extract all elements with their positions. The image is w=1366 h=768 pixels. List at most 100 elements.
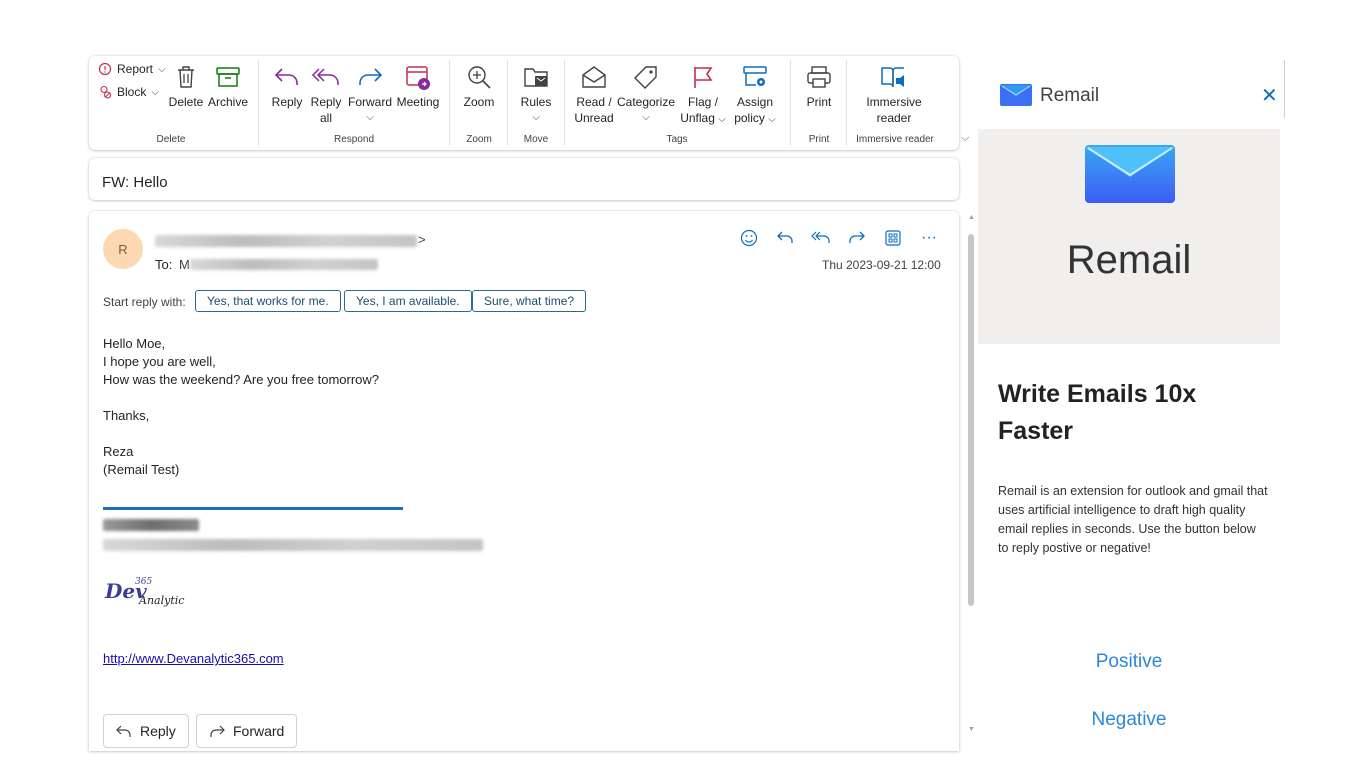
body-line: Hello Moe,	[103, 336, 166, 351]
start-reply-label: Start reply with:	[103, 295, 186, 309]
rules-button[interactable]: Rules ⌵	[517, 62, 555, 126]
zoom-in-icon	[464, 62, 494, 92]
reply-all-icon[interactable]	[809, 226, 833, 250]
meeting-calendar-icon	[403, 62, 433, 92]
reply-icon[interactable]	[773, 226, 797, 250]
shield-warning-icon	[98, 62, 112, 76]
ribbon-toolbar: Report ⌵ Block ⌵ Delete Archive Delete Rep…	[89, 56, 969, 150]
to-label: To:	[155, 257, 173, 272]
sender-redacted[interactable]	[155, 235, 417, 247]
suggested-reply-3[interactable]: Sure, what time?	[472, 290, 587, 312]
group-label-print: Print	[808, 134, 830, 145]
remail-hero-envelope-icon	[1085, 145, 1175, 208]
signature-divider	[103, 507, 403, 510]
divider	[258, 60, 259, 146]
chevron-down-icon: ⌵	[642, 112, 650, 123]
body-line: Reza	[103, 444, 134, 459]
reply-all-icon	[311, 62, 341, 92]
suggested-reply-2[interactable]: Yes, I am available.	[344, 290, 472, 312]
chevron-down-icon: ⌵	[158, 63, 166, 75]
immersive-reader-button[interactable]: Immersive reader	[861, 62, 927, 126]
subject-title: FW: Hello	[102, 174, 168, 191]
body-line: Thanks,	[103, 408, 150, 423]
hero-title: Remail	[1066, 238, 1192, 282]
forward-footer-button[interactable]: Forward	[196, 714, 298, 748]
categorize-button[interactable]: Categorize ⌵	[616, 62, 676, 126]
group-label-immersive-reader: Immersive reader	[856, 134, 934, 145]
to-initial: M	[179, 257, 190, 272]
message-card: R > To: M ··· Thu 2023-09-21 12:00 Start…	[89, 211, 959, 751]
archive-icon	[213, 62, 243, 92]
pane-headline: Write Emails 10x Faster	[998, 380, 1197, 445]
assign-policy-button[interactable]: Assign policy ⌵	[731, 62, 779, 128]
envelope-open-icon	[579, 62, 609, 92]
trash-icon	[171, 62, 201, 92]
reply-all-button[interactable]: Reply all	[307, 62, 345, 126]
sender-suffix: >	[418, 232, 426, 247]
avatar[interactable]: R	[103, 229, 143, 269]
read-unread-button[interactable]: Read / Unread	[572, 62, 616, 126]
negative-button[interactable]: Negative	[978, 709, 1280, 731]
body-line: How was the weekend? Are you free tomorr…	[103, 372, 380, 387]
signature-title-redacted	[103, 539, 483, 551]
divider	[846, 60, 847, 146]
ribbon-expand-chevron-icon[interactable]: ⌵	[961, 132, 969, 145]
group-label-zoom: Zoom	[466, 134, 492, 145]
forward-icon	[355, 62, 385, 92]
chevron-down-icon: ⌵	[768, 114, 776, 125]
scroll-down-arrow-icon[interactable]: ▼	[968, 726, 975, 733]
divider	[507, 60, 508, 146]
suggested-reply-1[interactable]: Yes, that works for me.	[195, 290, 341, 312]
reply-footer-button[interactable]: Reply	[103, 714, 189, 748]
rules-folder-icon	[521, 62, 551, 92]
group-label-move: Move	[523, 134, 549, 145]
zoom-button[interactable]: Zoom	[459, 62, 499, 110]
archive-button[interactable]: Archive	[206, 62, 250, 110]
chevron-down-icon: ⌵	[532, 112, 540, 123]
emoji-react-icon[interactable]	[737, 226, 761, 250]
forward-icon	[210, 725, 225, 737]
block-button[interactable]: Block ⌵	[98, 85, 159, 99]
chevron-down-icon: ⌵	[151, 86, 159, 98]
scroll-up-arrow-icon[interactable]: ▲	[968, 214, 975, 221]
company-logo: Dev 365 Analytic	[105, 577, 185, 607]
forward-button[interactable]: Forward ⌵	[348, 62, 392, 126]
printer-icon	[804, 62, 834, 92]
recipient-redacted[interactable]	[190, 259, 378, 270]
reply-icon	[116, 725, 131, 737]
print-button[interactable]: Print	[800, 62, 838, 110]
meeting-button[interactable]: Meeting	[393, 62, 443, 110]
pane-header-title: Remail	[1040, 85, 1100, 106]
body-line: I hope you are well,	[103, 354, 216, 369]
block-user-icon	[100, 85, 112, 99]
report-button[interactable]: Report ⌵	[98, 62, 166, 76]
more-options-icon[interactable]: ···	[917, 226, 941, 250]
reply-button[interactable]: Reply	[269, 62, 305, 110]
delete-button[interactable]: Delete	[167, 62, 205, 110]
positive-button[interactable]: Positive	[978, 651, 1280, 673]
message-date: Thu 2023-09-21 12:00	[822, 258, 941, 272]
body-line: (Remail Test)	[103, 462, 180, 477]
pane-description: Remail is an extension for outlook and g…	[998, 484, 1268, 555]
close-icon[interactable]: ✕	[1261, 83, 1278, 108]
chevron-down-icon: ⌵	[366, 112, 374, 123]
group-label-respond: Respond	[333, 134, 375, 145]
divider	[790, 60, 791, 146]
scrollbar-thumb[interactable]	[968, 234, 974, 606]
divider	[449, 60, 450, 146]
remail-logo-icon	[1000, 84, 1032, 111]
reply-icon	[272, 62, 302, 92]
flag-unflag-button[interactable]: Flag / Unflag ⌵	[677, 62, 729, 128]
company-link[interactable]: http://www.Devanalytic365.com	[103, 651, 284, 666]
apps-grid-icon[interactable]	[881, 226, 905, 250]
forward-icon[interactable]	[845, 226, 869, 250]
subject-bar: FW: Hello	[89, 158, 959, 200]
flag-icon	[688, 62, 718, 92]
chevron-down-icon: ⌵	[718, 114, 726, 125]
policy-gear-icon	[740, 62, 770, 92]
group-label-delete: Delete	[156, 134, 186, 145]
divider	[564, 60, 565, 146]
immersive-reader-icon	[879, 62, 909, 92]
tag-icon	[631, 62, 661, 92]
pane-edge	[1278, 60, 1285, 118]
